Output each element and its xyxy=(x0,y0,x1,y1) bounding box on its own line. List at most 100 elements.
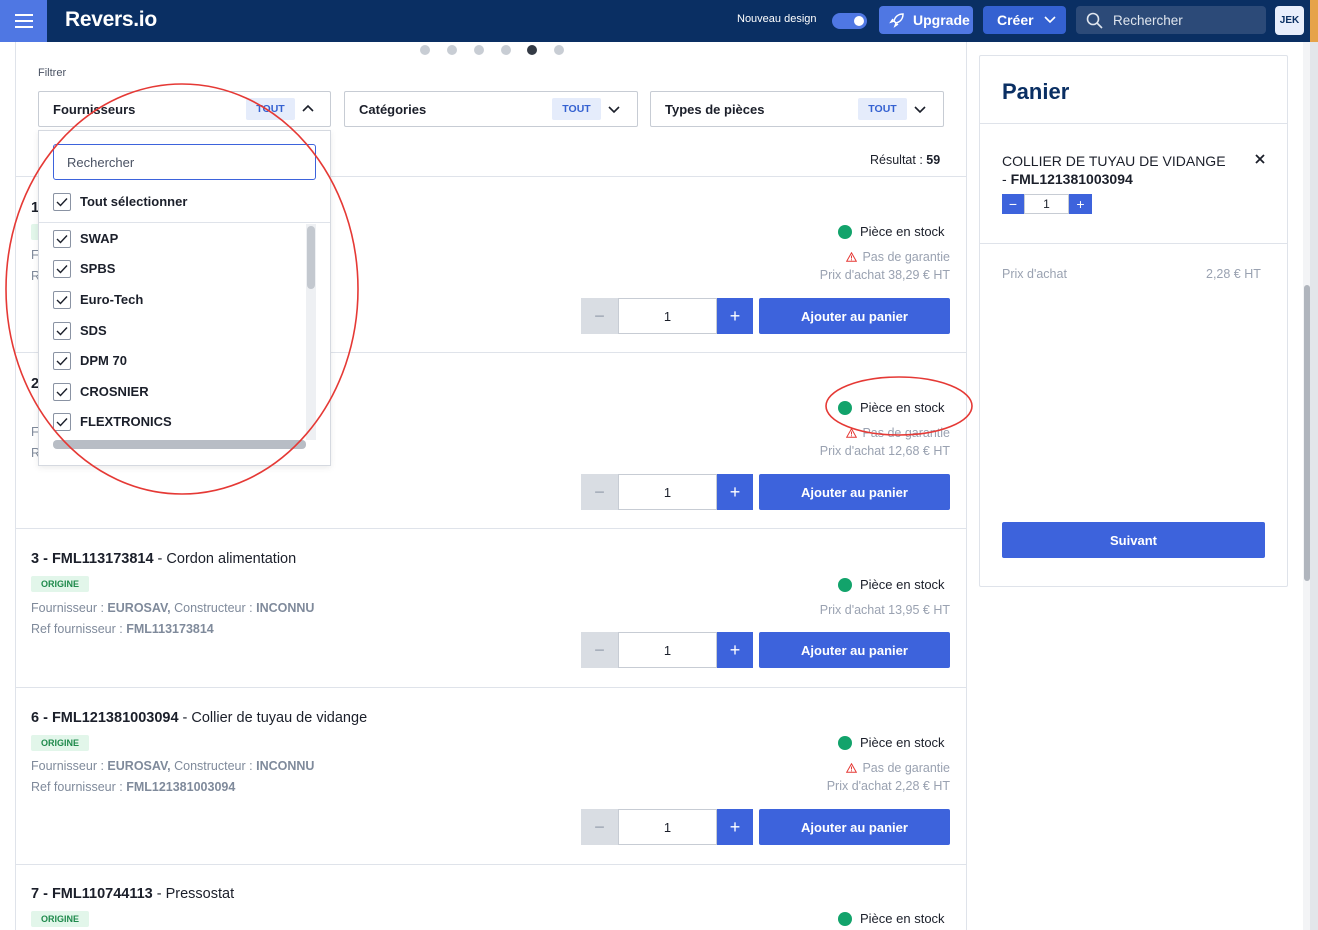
quantity-decrease-button[interactable]: − xyxy=(581,809,618,845)
carousel-dot[interactable] xyxy=(554,45,564,55)
item-supplier-line: Fournisseur : EUROSAV, Constructeur : IN… xyxy=(31,759,314,773)
stock-status-text: Pièce en stock xyxy=(860,224,945,239)
stock-status: Pièce en stock xyxy=(838,911,945,926)
warning-icon xyxy=(846,428,858,438)
hamburger-menu-button[interactable] xyxy=(0,0,47,42)
quantity-decrease-button[interactable]: − xyxy=(581,298,618,334)
dropdown-horizontal-scrollbar[interactable] xyxy=(53,440,306,449)
app-logo[interactable]: Revers.io xyxy=(65,8,157,32)
supplier-checkbox[interactable] xyxy=(53,230,71,248)
stock-status-text: Pièce en stock xyxy=(860,911,945,926)
carousel-dot-active[interactable] xyxy=(527,45,537,55)
quantity-input[interactable]: 1 xyxy=(618,298,717,334)
categories-filter[interactable]: Catégories TOUT xyxy=(344,91,638,127)
cart-quantity-input[interactable]: 1 xyxy=(1024,194,1069,214)
item-code: 6 - FML121381003094 xyxy=(31,710,179,726)
warning-icon xyxy=(846,763,858,773)
rocket-icon xyxy=(889,13,904,28)
dropdown-search-input[interactable]: Rechercher xyxy=(53,144,316,180)
quantity-decrease-button[interactable]: − xyxy=(581,632,618,668)
supplier-checkbox[interactable] xyxy=(53,413,71,431)
maker-value: INCONNU xyxy=(256,759,315,773)
stock-status: Pièce en stock xyxy=(838,224,945,239)
toggle-knob xyxy=(854,16,864,26)
quantity-increase-button[interactable]: + xyxy=(717,809,753,845)
add-to-cart-button[interactable]: Ajouter au panier xyxy=(759,632,950,668)
carousel-dot[interactable] xyxy=(474,45,484,55)
checkmark-icon xyxy=(56,296,68,305)
warranty-status: Pas de garantie xyxy=(846,250,950,264)
maker-label: Constructeur : xyxy=(170,759,257,773)
select-all-checkbox[interactable] xyxy=(53,193,71,211)
filter-label: Filtrer xyxy=(38,67,67,79)
item-supplier-line: Fournisseur : EUROSAV, Constructeur : IN… xyxy=(31,601,314,615)
chevron-down-icon xyxy=(608,106,620,114)
item-code: 7 - FML110744113 xyxy=(31,886,153,902)
divider xyxy=(16,687,966,688)
add-to-cart-button[interactable]: Ajouter au panier xyxy=(759,809,950,845)
ref-value: FML113173814 xyxy=(126,622,214,636)
global-search-input[interactable]: Rechercher xyxy=(1076,6,1266,34)
dropdown-scrollbar-thumb[interactable] xyxy=(307,226,315,289)
global-search-placeholder: Rechercher xyxy=(1113,12,1183,28)
cart-price-value: 2,28 € HT xyxy=(1206,267,1261,281)
part-types-filter[interactable]: Types de pièces TOUT xyxy=(650,91,944,127)
supplier-option-label[interactable]: FLEXTRONICS xyxy=(80,414,172,429)
supplier-option-label[interactable]: DPM 70 xyxy=(80,353,127,368)
supplier-checkbox[interactable] xyxy=(53,291,71,309)
quantity-input[interactable]: 1 xyxy=(618,632,717,668)
create-label: Créer xyxy=(997,12,1034,28)
quantity-input[interactable]: 1 xyxy=(618,474,717,510)
supplier-value: EUROSAV, xyxy=(107,601,171,615)
cart-divider xyxy=(980,243,1287,244)
checkmark-icon xyxy=(56,327,68,336)
quantity-increase-button[interactable]: + xyxy=(717,298,753,334)
remove-item-button[interactable] xyxy=(1254,152,1266,170)
carousel-dot[interactable] xyxy=(501,45,511,55)
warranty-status: Pas de garantie xyxy=(846,426,950,440)
cart-quantity-increase-button[interactable]: + xyxy=(1069,194,1092,214)
stock-status: Pièce en stock xyxy=(838,400,945,415)
supplier-checkbox[interactable] xyxy=(53,383,71,401)
supplier-option-label[interactable]: SDS xyxy=(80,323,107,338)
new-design-toggle[interactable] xyxy=(832,13,867,29)
item-name: - Pressostat xyxy=(152,886,235,902)
cart-quantity-decrease-button[interactable]: − xyxy=(1002,194,1024,214)
carousel-dot[interactable] xyxy=(447,45,457,55)
supplier-option-label[interactable]: SWAP xyxy=(80,231,118,246)
checkmark-icon xyxy=(56,198,68,207)
warranty-text: Pas de garantie xyxy=(862,761,950,775)
carousel-dot[interactable] xyxy=(420,45,430,55)
user-avatar[interactable]: JEK xyxy=(1275,6,1304,35)
quantity-input[interactable]: 1 xyxy=(618,809,717,845)
upgrade-button[interactable]: Upgrade xyxy=(879,6,973,34)
quantity-decrease-button[interactable]: − xyxy=(581,474,618,510)
select-all-label[interactable]: Tout sélectionner xyxy=(80,194,187,209)
quantity-increase-button[interactable]: + xyxy=(717,632,753,668)
add-to-cart-button[interactable]: Ajouter au panier xyxy=(759,474,950,510)
suppliers-filter[interactable]: Fournisseurs TOUT xyxy=(38,91,331,127)
warning-icon xyxy=(846,252,858,262)
supplier-checkbox[interactable] xyxy=(53,322,71,340)
supplier-checkbox[interactable] xyxy=(53,352,71,370)
result-count: Résultat : 59 xyxy=(870,153,940,167)
supplier-checkbox[interactable] xyxy=(53,260,71,278)
supplier-option-label[interactable]: Euro-Tech xyxy=(80,292,143,307)
ref-label: Ref fournisseur : xyxy=(31,780,127,794)
stock-status-text: Pièce en stock xyxy=(860,735,945,750)
window-edge xyxy=(1310,42,1318,930)
supplier-option-label[interactable]: SPBS xyxy=(80,261,115,276)
quantity-increase-button[interactable]: + xyxy=(717,474,753,510)
create-button[interactable]: Créer xyxy=(983,6,1066,34)
next-button[interactable]: Suivant xyxy=(1002,522,1265,558)
cart-panel xyxy=(979,55,1288,587)
cart-item-code: FML121381003094 xyxy=(1010,171,1133,187)
supplier-value: EUROSAV, xyxy=(107,759,171,773)
supplier-option-label[interactable]: CROSNIER xyxy=(80,384,149,399)
hamburger-icon xyxy=(14,14,33,28)
divider xyxy=(16,528,966,529)
item-name: - Collier de tuyau de vidange xyxy=(178,710,368,726)
add-to-cart-button[interactable]: Ajouter au panier xyxy=(759,298,950,334)
new-design-label: Nouveau design xyxy=(737,13,817,25)
origin-tag: ORIGINE xyxy=(31,735,90,751)
